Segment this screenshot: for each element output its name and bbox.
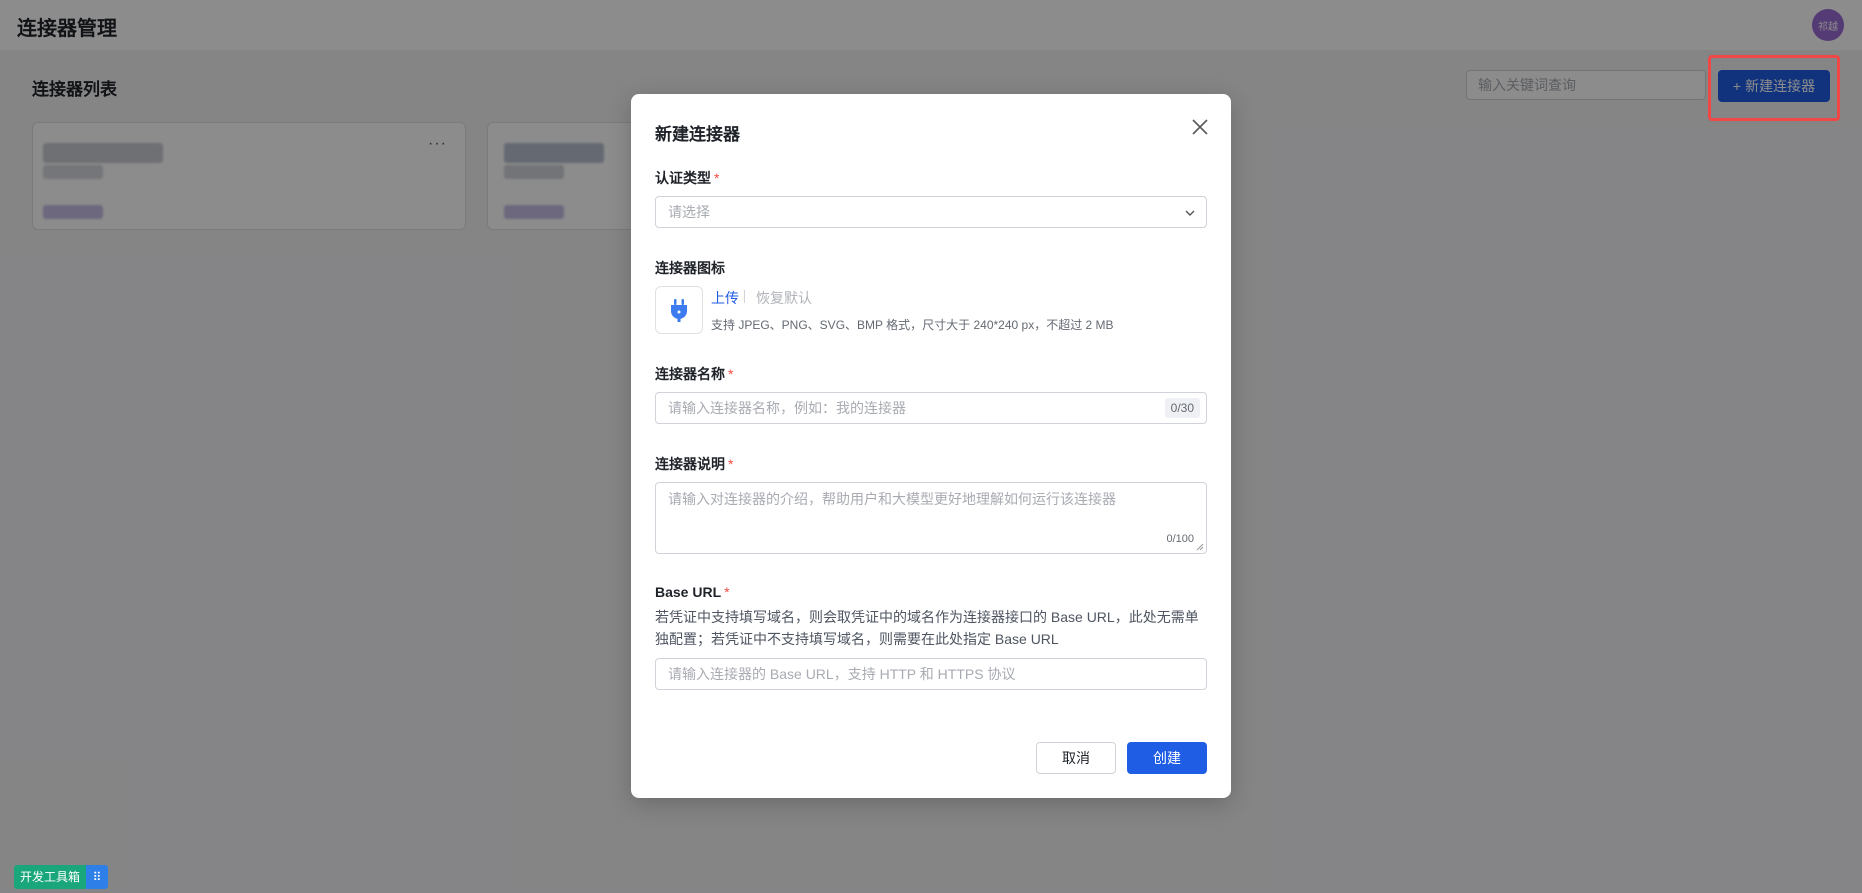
- plug-icon: [671, 299, 687, 322]
- auth-type-label: 认证类型 *: [655, 170, 720, 186]
- auth-type-select[interactable]: 请选择: [655, 196, 1207, 228]
- icon-format-hint: 支持 JPEG、PNG、SVG、BMP 格式，尺寸大于 240*240 px，不…: [711, 318, 1114, 332]
- connector-description-label: 连接器说明 *: [655, 456, 734, 472]
- connector-icon-label: 连接器图标: [655, 260, 725, 276]
- base-url-description: 若凭证中支持填写域名，则会取凭证中的域名作为连接器接口的 Base URL，此处…: [655, 609, 1199, 647]
- cancel-button[interactable]: 取消: [1036, 742, 1116, 774]
- base-url-input[interactable]: 请输入连接器的 Base URL，支持 HTTP 和 HTTPS 协议: [655, 658, 1207, 690]
- new-connector-dialog: 新建连接器 认证类型 * 请选择 连接器图标 上传 恢复默认 支持 JPEG、PN…: [631, 94, 1231, 798]
- close-icon[interactable]: [1191, 118, 1209, 136]
- restore-default-link[interactable]: 恢复默认: [756, 288, 812, 308]
- dialog-title: 新建连接器: [655, 125, 740, 144]
- base-url-label: Base URL *: [655, 584, 730, 600]
- connector-name-input[interactable]: 请输入连接器名称，例如：我的连接器 0/30: [655, 392, 1207, 424]
- char-counter: 0/100: [1166, 533, 1194, 545]
- char-counter: 0/30: [1164, 398, 1200, 418]
- connector-name-label: 连接器名称 *: [655, 366, 734, 382]
- connector-description-textarea[interactable]: 请输入对连接器的介绍，帮助用户和大模型更好地理解如何运行该连接器 0/100: [655, 482, 1207, 554]
- highlight-box: [1708, 55, 1840, 121]
- dev-toolbox-label: 开发工具箱: [14, 865, 87, 889]
- upload-link[interactable]: 上传: [711, 288, 739, 308]
- connector-icon-preview: [655, 286, 703, 334]
- create-button[interactable]: 创建: [1127, 742, 1207, 774]
- chevron-down-icon: [1185, 210, 1195, 216]
- divider: [744, 290, 745, 303]
- resize-handle-icon[interactable]: [1196, 543, 1204, 551]
- drag-handle-icon[interactable]: ⠿: [86, 865, 109, 889]
- dev-toolbox[interactable]: 开发工具箱 ⠿: [14, 865, 110, 889]
